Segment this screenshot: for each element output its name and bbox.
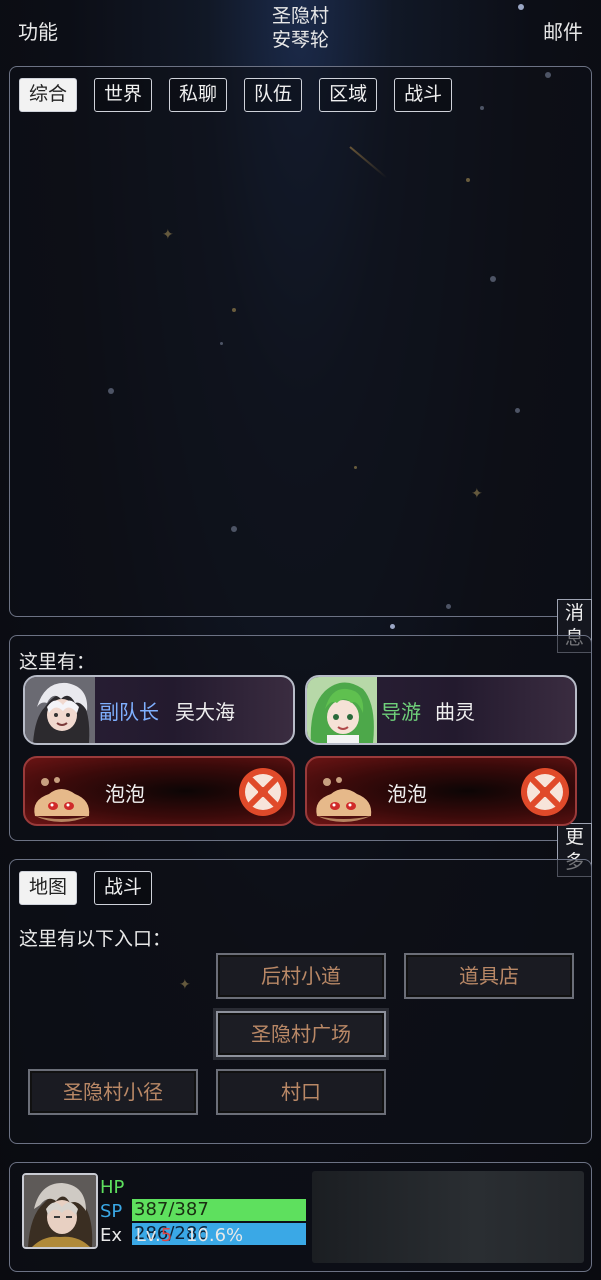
npc-card-vice-captain[interactable]: 副队长 吴大海: [23, 675, 295, 745]
nearby-title: 这里有：: [19, 651, 96, 673]
exit-village-trail[interactable]: 圣隐村小径: [28, 1069, 198, 1115]
npc-name: 吴大海: [175, 700, 235, 724]
attack-icon[interactable]: [237, 766, 289, 818]
location-name: 圣隐村: [271, 5, 329, 27]
tab-map[interactable]: 地图: [19, 871, 78, 905]
tab-map-battle[interactable]: 战斗: [94, 871, 153, 905]
hp-value: 387/387: [134, 1199, 209, 1220]
tab-world[interactable]: 世界: [94, 78, 153, 112]
hp-label: HP: [100, 1177, 125, 1198]
hp-bar: 387/387: [132, 1199, 306, 1221]
tab-general[interactable]: 综合: [19, 78, 78, 112]
hp-row: HP 387/387: [100, 1177, 306, 1221]
green-haired-girl-portrait: [307, 677, 377, 743]
sp-row: SP 286/286: [100, 1201, 306, 1245]
exp-percent: 10.6%: [185, 1225, 244, 1246]
monster-name: 泡泡: [387, 782, 427, 806]
tab-battle[interactable]: 战斗: [394, 78, 453, 112]
tab-area[interactable]: 区域: [319, 78, 378, 112]
attack-icon[interactable]: [519, 766, 571, 818]
tab-private[interactable]: 私聊: [169, 78, 228, 112]
npc-role: 副队长: [99, 700, 159, 724]
slime-icon: [34, 777, 90, 822]
exp-row: Ex Lv.5 10.6%: [100, 1225, 243, 1247]
mail-button[interactable]: 邮件: [543, 16, 583, 45]
silver-haired-man-portrait: [25, 677, 95, 743]
monster-card[interactable]: 泡泡: [305, 756, 577, 826]
sp-label: SP: [100, 1201, 123, 1222]
player-avatar[interactable]: [22, 1173, 98, 1249]
tab-team[interactable]: 队伍: [244, 78, 303, 112]
area-name: 安琴轮: [271, 29, 329, 51]
chat-tabs: 综合 世界 私聊 队伍 区域 战斗: [19, 78, 453, 112]
map-tabs: 地图 战斗: [19, 871, 153, 905]
exit-back-village-path[interactable]: 后村小道: [216, 953, 386, 999]
exit-village-entrance[interactable]: 村口: [216, 1069, 386, 1115]
exit-village-square[interactable]: 圣隐村广场: [216, 1011, 386, 1057]
slime-icon: [316, 777, 372, 822]
ex-label: Ex: [100, 1225, 123, 1246]
status-effects-area: [312, 1171, 584, 1263]
npc-name: 曲灵: [435, 700, 475, 724]
exits-title: 这里有以下入口：: [19, 928, 172, 950]
level-value: 5: [160, 1225, 173, 1246]
monster-name: 泡泡: [105, 782, 145, 806]
chat-message-area: [16, 119, 585, 610]
npc-role: 导游: [381, 700, 421, 724]
monster-card[interactable]: 泡泡: [23, 756, 295, 826]
player-status-panel: HP 387/387 SP 286/286 Ex Lv.5 10.6%: [9, 1162, 592, 1272]
exit-item-shop[interactable]: 道具店: [404, 953, 574, 999]
level-label: Lv.: [135, 1225, 161, 1246]
chat-panel: 综合 世界 私聊 队伍 区域 战斗: [9, 66, 592, 617]
location-title: 圣隐村 安琴轮: [0, 4, 601, 52]
npc-card-guide[interactable]: 导游 曲灵: [305, 675, 577, 745]
